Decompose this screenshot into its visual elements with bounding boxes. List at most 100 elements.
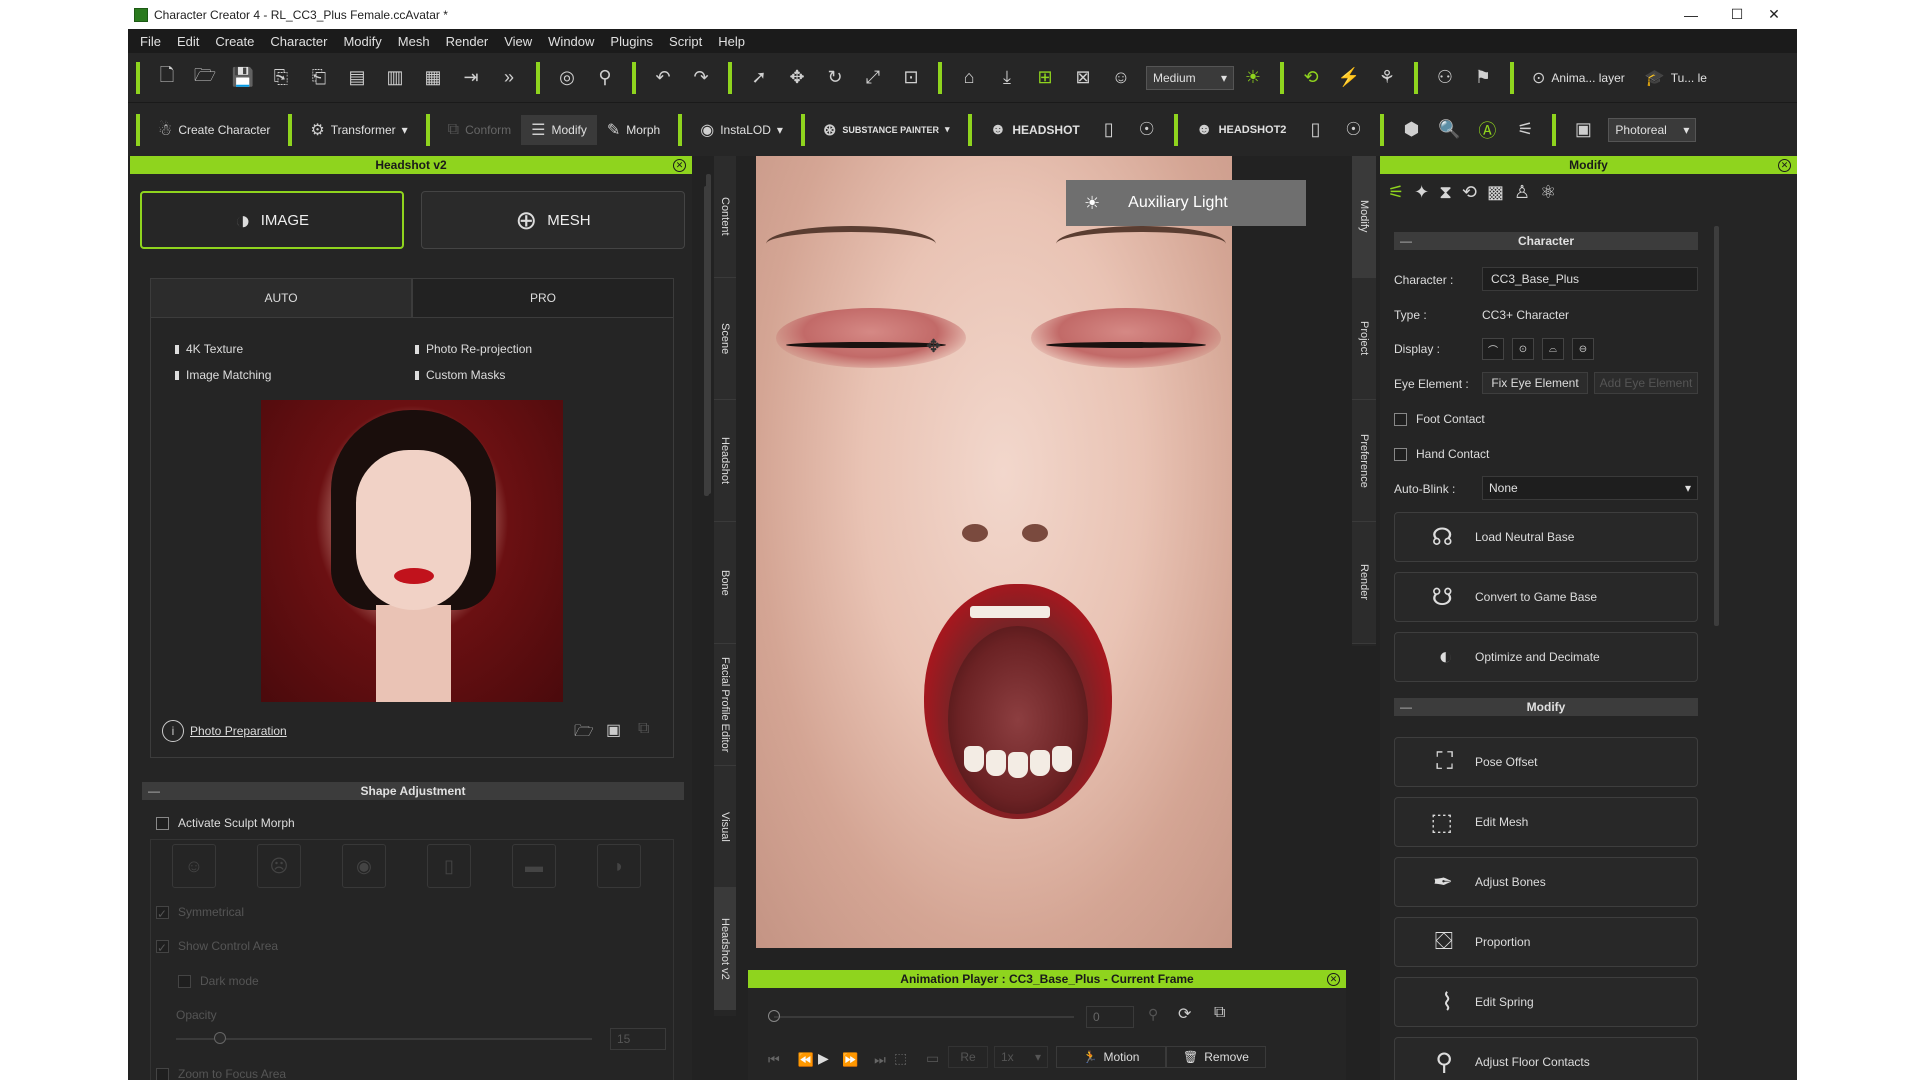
redo-icon[interactable]: ↷	[686, 63, 716, 93]
light-icon[interactable]: ☀	[1238, 63, 1268, 93]
character-section-header[interactable]: — Character	[1394, 232, 1698, 250]
photo-preparation-link[interactable]: Photo Preparation	[190, 724, 287, 738]
headshot-scrollbar[interactable]	[704, 186, 709, 496]
tab-project[interactable]: Project	[1352, 278, 1376, 400]
headshot-tool-icon[interactable]: ▯	[1094, 115, 1124, 145]
auto-blink-dropdown[interactable]: None ▾	[1482, 476, 1698, 500]
align-icon[interactable]: ⊡	[896, 63, 926, 93]
menu-plugins[interactable]: Plugins	[610, 34, 653, 49]
add-eye-element-button[interactable]: Add Eye Element	[1594, 372, 1698, 394]
flag-icon[interactable]: ⚑	[1468, 63, 1498, 93]
window-icon[interactable]: ⧉	[1214, 1004, 1225, 1022]
dark-mode-checkbox[interactable]: Dark mode	[178, 974, 259, 988]
tab-headshot-v2[interactable]: Headshot v2	[714, 888, 736, 1010]
tab-modify[interactable]: Modify	[1352, 156, 1376, 278]
display-mouth-icon[interactable]: ⊖	[1572, 338, 1594, 360]
info-icon[interactable]: i	[162, 720, 184, 742]
menu-create[interactable]: Create	[215, 34, 254, 49]
3d-viewport[interactable]	[756, 156, 1232, 948]
load-neutral-base-button[interactable]: ☊ Load Neutral Base	[1394, 512, 1698, 562]
save-photo-icon[interactable]: ▣	[606, 720, 621, 740]
show-control-area-checkbox[interactable]: ✓ Show Control Area	[156, 939, 278, 955]
sliders-icon[interactable]: ⚟	[1388, 182, 1404, 203]
tab-content[interactable]: Content	[714, 156, 736, 278]
morph-slider-icon[interactable]: ⧗	[1439, 182, 1452, 203]
re-button[interactable]: Re	[948, 1046, 988, 1068]
adjust-bones-button[interactable]: ✒ Adjust Bones	[1394, 857, 1698, 907]
conform-button[interactable]: ⧉ Conform	[438, 115, 521, 145]
scale-icon[interactable]: ⤢	[858, 63, 888, 93]
mesh-mode-button[interactable]: ⊕ MESH	[421, 191, 685, 249]
image-mode-button[interactable]: ◑ IMAGE	[140, 191, 404, 249]
edit-mesh-button[interactable]: ⬚ Edit Mesh	[1394, 797, 1698, 847]
speed-dropdown[interactable]: 1x ▾	[994, 1046, 1048, 1068]
fix-eye-element-button[interactable]: Fix Eye Element	[1482, 372, 1588, 394]
create-character-button[interactable]: ☃ Create Character	[148, 115, 280, 145]
loop-icon[interactable]: ⟳	[1178, 1004, 1191, 1024]
menu-help[interactable]: Help	[718, 34, 745, 49]
substance-painter-button[interactable]: ⊛ SUBSTANCE PAINTER ▾	[813, 115, 960, 145]
target-icon[interactable]: ◎	[552, 63, 582, 93]
range-icon[interactable]: ⬚	[894, 1050, 907, 1067]
new-file-icon[interactable]: 🗋	[152, 63, 182, 93]
remove-button[interactable]: 🗑 Remove	[1166, 1046, 1266, 1068]
shape-adjustment-header[interactable]: — Shape Adjustment	[142, 782, 684, 800]
menu-edit[interactable]: Edit	[177, 34, 199, 49]
motion-icon[interactable]: ⟲	[1462, 182, 1477, 203]
save-icon[interactable]: 💾	[228, 63, 258, 93]
motion-path-icon[interactable]: ⟲	[1296, 63, 1326, 93]
bust-icon[interactable]: ♙	[1514, 182, 1530, 203]
proportion-button[interactable]: ⛋ Proportion	[1394, 917, 1698, 967]
timeline-slider[interactable]	[774, 1016, 1074, 1018]
transformer-button[interactable]: ⚙ Transformer ▾	[300, 115, 417, 145]
optimize-and-decimate-button[interactable]: ◐ Optimize and Decimate	[1394, 632, 1698, 682]
select-icon[interactable]: ➚	[744, 63, 774, 93]
tab-visual[interactable]: Visual	[714, 766, 736, 888]
menu-modify[interactable]: Modify	[343, 34, 381, 49]
close-button[interactable]: ✕	[1751, 0, 1797, 29]
headshot2-tool-icon[interactable]: ▯	[1300, 115, 1330, 145]
tab-pro[interactable]: PRO	[412, 278, 674, 318]
pose-icon[interactable]: ✦	[1414, 182, 1429, 203]
display-teeth-icon[interactable]: ⌓	[1542, 338, 1564, 360]
open-file-icon[interactable]: 🗁	[190, 63, 220, 93]
tab-scene[interactable]: Scene	[714, 278, 736, 400]
camera-icon[interactable]: ⊠	[1068, 63, 1098, 93]
headshot-button[interactable]: ☻ HEADSHOT	[980, 115, 1090, 145]
modify-button[interactable]: ☰ Modify	[521, 114, 597, 145]
opacity-input[interactable]: 15	[610, 1028, 666, 1050]
pose-offset-button[interactable]: ⛶ Pose Offset	[1394, 737, 1698, 787]
head2-icon[interactable]: ☉	[1338, 115, 1368, 145]
link-icon[interactable]: ⧉	[638, 720, 649, 738]
fbx-export-icon[interactable]: ▥	[380, 63, 410, 93]
convert-to-game-base-button[interactable]: ☋ Convert to Game Base	[1394, 572, 1698, 622]
menu-mesh[interactable]: Mesh	[398, 34, 430, 49]
menu-character[interactable]: Character	[270, 34, 327, 49]
zoom-to-focus-checkbox[interactable]: Zoom to Focus Area	[156, 1067, 286, 1080]
move-icon[interactable]: ✥	[782, 63, 812, 93]
motion-button[interactable]: 🏃 Motion	[1056, 1046, 1166, 1068]
quality-dropdown[interactable]: Medium ▾	[1146, 65, 1234, 90]
settings-sliders-icon[interactable]: ⚟	[1510, 115, 1540, 145]
inspect-icon[interactable]: 🔍	[1434, 115, 1464, 145]
render-icon[interactable]: ▣	[1568, 115, 1598, 145]
undo-icon[interactable]: ↶	[648, 63, 678, 93]
pose-icon[interactable]: ⚲	[590, 63, 620, 93]
menu-script[interactable]: Script	[669, 34, 702, 49]
hand-contact-checkbox[interactable]: Hand Contact	[1394, 447, 1489, 461]
checker-icon[interactable]: ▩	[1487, 182, 1504, 203]
menu-view[interactable]: View	[504, 34, 532, 49]
rotate-icon[interactable]: ↻	[820, 63, 850, 93]
key-icon[interactable]: ⚲	[1148, 1006, 1158, 1023]
tab-headshot[interactable]: Headshot	[714, 400, 736, 522]
open-folder-icon[interactable]: 🗁	[574, 720, 594, 747]
characters-icon[interactable]: ⚇	[1430, 63, 1460, 93]
close-icon[interactable]: ✕	[673, 158, 686, 172]
instalod-button[interactable]: ◉ InstaLOD ▾	[690, 115, 793, 145]
timeline-handle[interactable]	[768, 1010, 780, 1022]
obj-export-icon[interactable]: ▤	[342, 63, 372, 93]
foot-contact-checkbox[interactable]: Foot Contact	[1394, 412, 1485, 426]
smart-icon[interactable]: Ⓐ	[1472, 115, 1502, 145]
menu-window[interactable]: Window	[548, 34, 594, 49]
atom-icon[interactable]: ⚛	[1540, 182, 1556, 203]
